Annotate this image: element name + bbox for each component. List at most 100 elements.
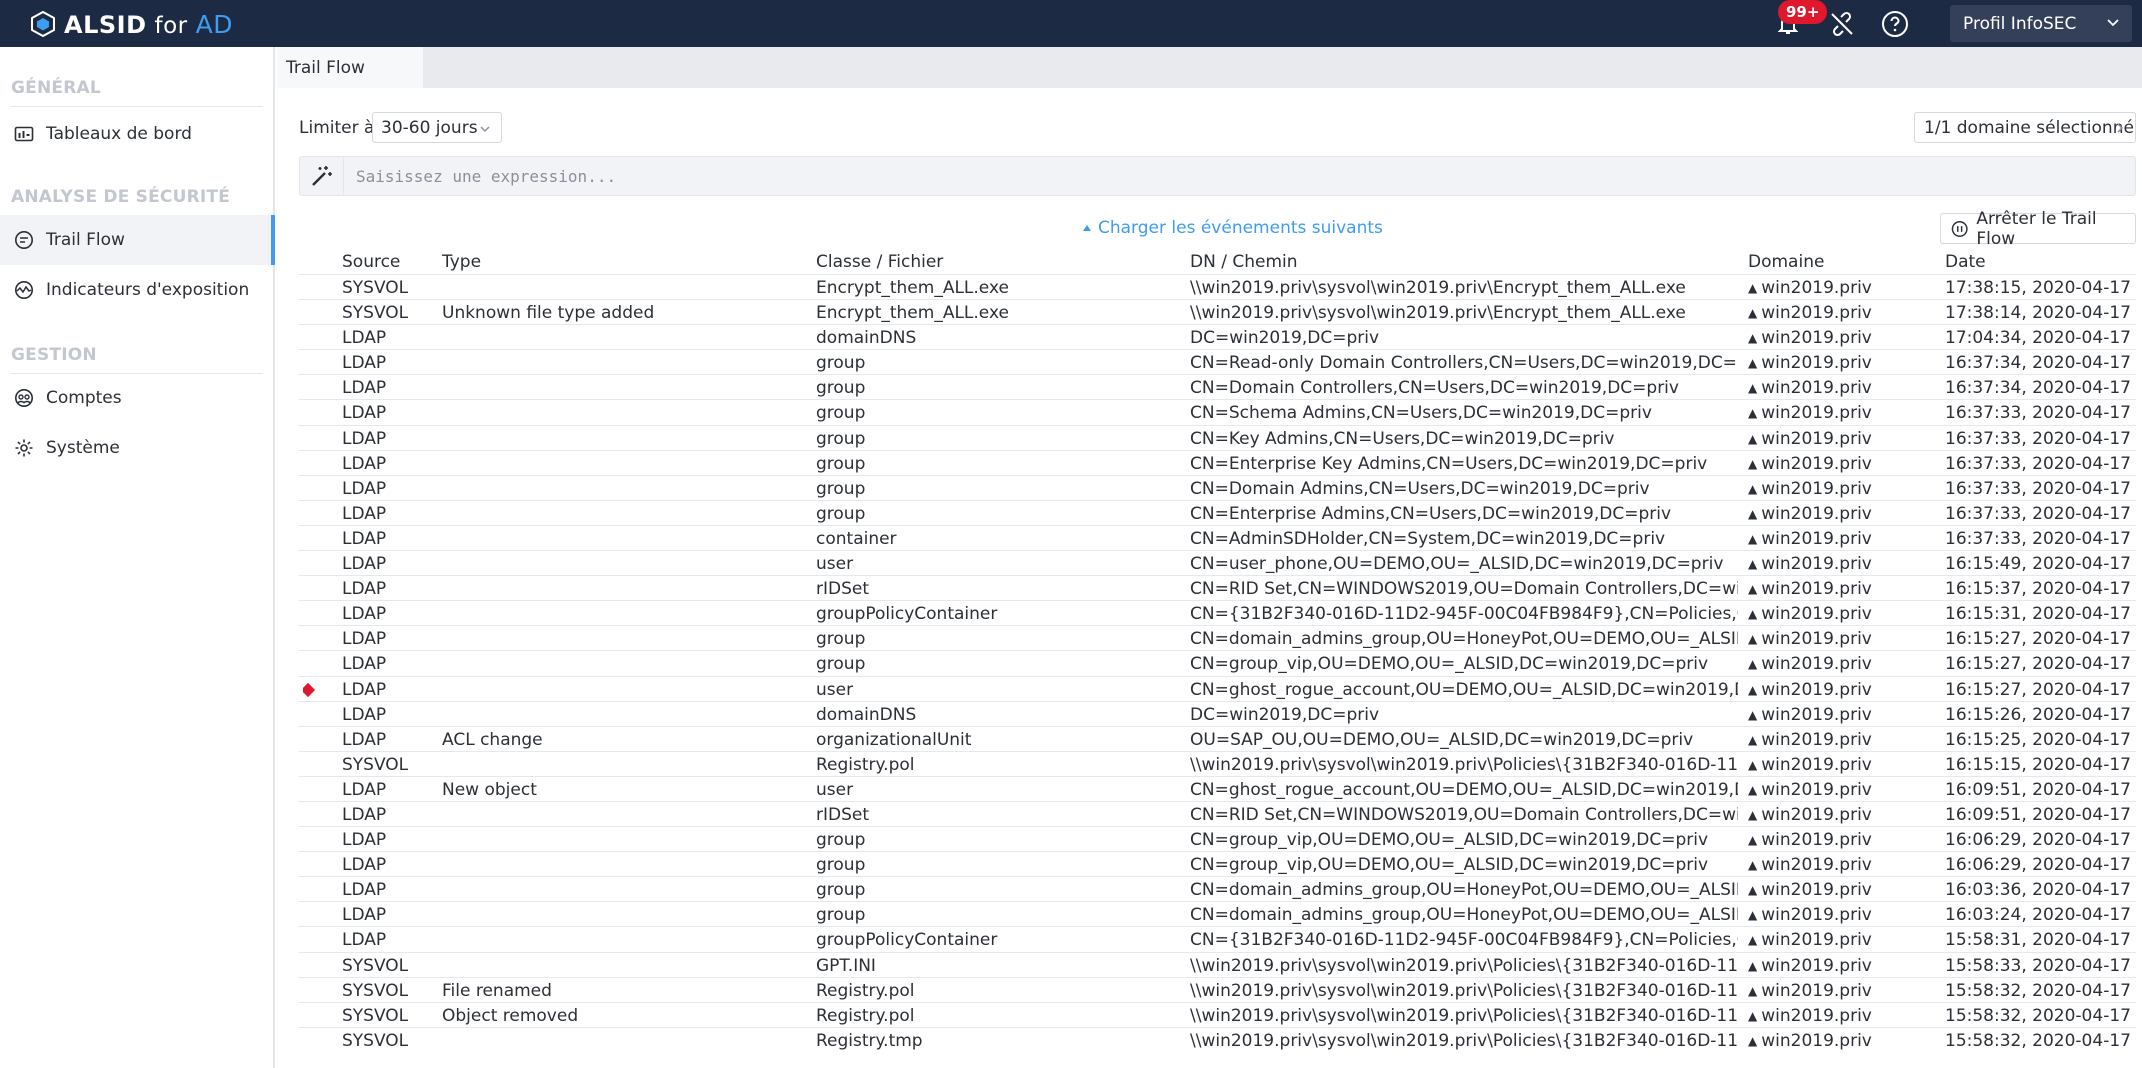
column-header-class[interactable]: Classe / Fichier	[816, 252, 943, 272]
table-row[interactable]: SYSVOL Unknown file type added Encrypt_the…	[299, 299, 2136, 324]
cell-dn: CN=Read-only Domain Controllers,CN=Users…	[1190, 353, 1738, 374]
table-row[interactable]: LDAP group CN=domain_admins_group,OU=Honey…	[299, 901, 2136, 926]
table-row[interactable]: LDAP group CN=Schema Admins,CN=Users,DC=wi…	[299, 399, 2136, 424]
sidebar-section-management: GESTION	[11, 345, 263, 374]
tab-bar: Trail Flow	[277, 47, 2142, 88]
table-row[interactable]: LDAP user CN=ghost_rogue_account,OU=DEMO,O…	[299, 675, 2136, 701]
sidebar-item-system[interactable]: Système	[0, 423, 275, 473]
stop-trail-flow-button[interactable]: Arrêter le Trail Flow	[1940, 209, 2136, 249]
table-row[interactable]: LDAP container CN=AdminSDHolder,CN=System,…	[299, 524, 2136, 550]
tab-trail-flow[interactable]: Trail Flow	[277, 47, 423, 88]
table-row[interactable]: LDAP rIDSet CN=RID Set,CN=WINDOWS2019,OU=D…	[299, 800, 2136, 826]
cell-source: LDAP	[342, 905, 387, 926]
time-range-select[interactable]: 30-60 jours	[372, 112, 502, 143]
table-row[interactable]: LDAP group CN=domain_admins_group,OU=Honey…	[299, 625, 2136, 650]
cell-dn: CN={31B2F340-016D-11D2-945F-00C04FB984F9…	[1190, 604, 1738, 625]
sidebar-item-trail-flow[interactable]: Trail Flow	[0, 215, 275, 265]
sidebar-item-label: Système	[46, 438, 120, 458]
table-row[interactable]: LDAP group CN=Enterprise Key Admins,CN=Use…	[299, 449, 2136, 475]
cell-domain: ▲ win2019.priv	[1748, 604, 1938, 624]
cell-source: LDAP	[342, 478, 387, 499]
cell-date: 16:15:26, 2020-04-17	[1945, 704, 2131, 725]
cell-date: 16:37:33, 2020-04-17	[1945, 478, 2131, 499]
expression-input[interactable]	[344, 157, 2134, 195]
expression-wizard-button[interactable]	[300, 157, 344, 195]
table-row[interactable]: LDAP group CN=Enterprise Admins,CN=Users,D…	[299, 499, 2136, 525]
cell-date: 16:15:15, 2020-04-17	[1945, 754, 2131, 775]
cell-type: Unknown file type added	[442, 303, 655, 324]
table-row[interactable]: LDAP New object user CN=ghost_rogue_account…	[299, 775, 2136, 801]
domain-triangle-icon: ▲	[1748, 306, 1758, 321]
cell-source: LDAP	[342, 779, 387, 800]
app-logo[interactable]: ALSID for AD	[30, 8, 233, 40]
table-row[interactable]: LDAP groupPolicyContainer CN={31B2F340-016…	[299, 926, 2136, 951]
help-button[interactable]	[1879, 8, 1911, 40]
column-header-date[interactable]: Date	[1945, 252, 1986, 272]
table-row[interactable]: LDAP ACL change organizationalUnit OU=SAP_O…	[299, 725, 2136, 751]
domain-triangle-icon: ▲	[1748, 582, 1758, 597]
profile-selector[interactable]: Profil InfoSEC	[1950, 5, 2132, 42]
cell-class: rIDSet	[816, 804, 870, 825]
table-row[interactable]: LDAP domainDNS DC=win2019,DC=priv ▲ win2019.…	[299, 324, 2136, 349]
table-row[interactable]: LDAP group CN=group_vip,OU=DEMO,OU=_ALSID,…	[299, 826, 2136, 851]
table-row[interactable]: LDAP group CN=Read-only Domain Controllers…	[299, 349, 2136, 374]
dashboard-icon	[14, 126, 34, 142]
sidebar-item-accounts[interactable]: Comptes	[0, 373, 275, 423]
table-row[interactable]: LDAP groupPolicyContainer CN={31B2F340-016…	[299, 600, 2136, 625]
domain-triangle-icon: ▲	[1748, 607, 1758, 622]
domain-label: win2019.priv	[1761, 378, 1872, 399]
cell-dn: CN=Enterprise Admins,CN=Users,DC=win2019…	[1190, 503, 1672, 524]
domain-label: win2019.priv	[1761, 428, 1872, 449]
table-row[interactable]: SYSVOL File renamed Registry.pol \\win2019.…	[299, 976, 2136, 1002]
top-bar: ALSID for AD 99+ Profil InfoSEC	[0, 0, 2142, 47]
table-row[interactable]: LDAP group CN=Domain Controllers,CN=Users,…	[299, 374, 2136, 399]
table-row[interactable]: LDAP group CN=group_vip,OU=DEMO,OU=_ALSID,…	[299, 851, 2136, 876]
load-more-events-link[interactable]: Charger les événements suivants	[1082, 218, 1383, 238]
table-row[interactable]: LDAP rIDSet CN=RID Set,CN=WINDOWS2019,OU=D…	[299, 575, 2136, 600]
table-row[interactable]: LDAP group CN=group_vip,OU=DEMO,OU=_ALSID,…	[299, 650, 2136, 675]
domain-triangle-icon: ▲	[1748, 431, 1758, 446]
domain-triangle-icon: ▲	[1748, 983, 1758, 998]
table-row[interactable]: SYSVOL GPT.INI \\win2019.priv\sysvol\win20…	[299, 951, 2136, 977]
domain-triangle-icon: ▲	[1748, 1008, 1758, 1023]
table-row[interactable]: SYSVOL Registry.pol \\win2019.priv\sysvol\…	[299, 750, 2136, 776]
table-row[interactable]: LDAP group CN=Domain Admins,CN=Users,DC=wi…	[299, 474, 2136, 500]
cell-domain: ▲ win2019.priv	[1748, 981, 1938, 1001]
cell-domain: ▲ win2019.priv	[1748, 805, 1938, 825]
table-row[interactable]: SYSVOL Object removed Registry.pol \\win201…	[299, 1001, 2136, 1027]
cell-date: 16:03:24, 2020-04-17	[1945, 905, 2131, 926]
domain-label: win2019.priv	[1761, 1005, 1872, 1026]
profile-label: Profil InfoSEC	[1963, 13, 2077, 34]
cell-date: 17:38:14, 2020-04-17	[1945, 303, 2131, 324]
cell-date: 16:37:34, 2020-04-17	[1945, 378, 2131, 399]
sidebar-item-dashboards[interactable]: Tableaux de bord	[0, 109, 275, 159]
cell-type: New object	[442, 779, 537, 800]
column-header-domain[interactable]: Domaine	[1748, 252, 1824, 272]
table-row[interactable]: LDAP domainDNS DC=win2019,DC=priv ▲ win2019.…	[299, 700, 2136, 726]
table-row[interactable]: LDAP group CN=domain_admins_group,OU=Honey…	[299, 876, 2136, 901]
cell-source: SYSVOL	[342, 278, 409, 298]
domain-selector[interactable]: 1/1 domaine sélectionné	[1914, 112, 2136, 143]
table-row[interactable]: LDAP group CN=Key Admins,CN=Users,DC=win20…	[299, 424, 2136, 450]
sidebar-item-exposure-indicators[interactable]: Indicateurs d'exposition	[0, 265, 275, 315]
cell-dn: CN=Key Admins,CN=Users,DC=win2019,DC=pri…	[1190, 428, 1615, 449]
table-row[interactable]: LDAP user CN=user_phone,OU=DEMO,OU=_ALSID,…	[299, 550, 2136, 575]
column-header-type[interactable]: Type	[442, 252, 481, 272]
cell-dn: CN=ghost_rogue_account,OU=DEMO,OU=_ALSID…	[1190, 779, 1738, 800]
column-header-dn[interactable]: DN / Chemin	[1190, 252, 1298, 272]
table-row[interactable]: SYSVOL Registry.tmp \\win2019.priv\sysvol\…	[299, 1026, 2136, 1052]
table-row[interactable]: SYSVOL Encrypt_them_ALL.exe \\win2019.priv…	[299, 274, 2136, 299]
column-header-source[interactable]: Source	[342, 252, 400, 272]
domain-label: win2019.priv	[1761, 503, 1872, 524]
cell-dn: CN=group_vip,OU=DEMO,OU=_ALSID,DC=win201…	[1190, 654, 1709, 675]
chevron-right-icon	[2117, 123, 2124, 133]
magic-wand-icon	[311, 166, 332, 186]
cell-source: LDAP	[342, 353, 387, 374]
load-more-label: Charger les événements suivants	[1098, 218, 1383, 238]
connection-status-button[interactable]	[1826, 8, 1858, 40]
cell-dn: \\win2019.priv\sysvol\win2019.priv\Polic…	[1190, 955, 1738, 976]
cell-class: GPT.INI	[816, 955, 876, 976]
cell-domain: ▲ win2019.priv	[1748, 680, 1938, 700]
cell-date: 15:58:31, 2020-04-17	[1945, 930, 2131, 951]
cell-class: Registry.tmp	[816, 1030, 923, 1051]
